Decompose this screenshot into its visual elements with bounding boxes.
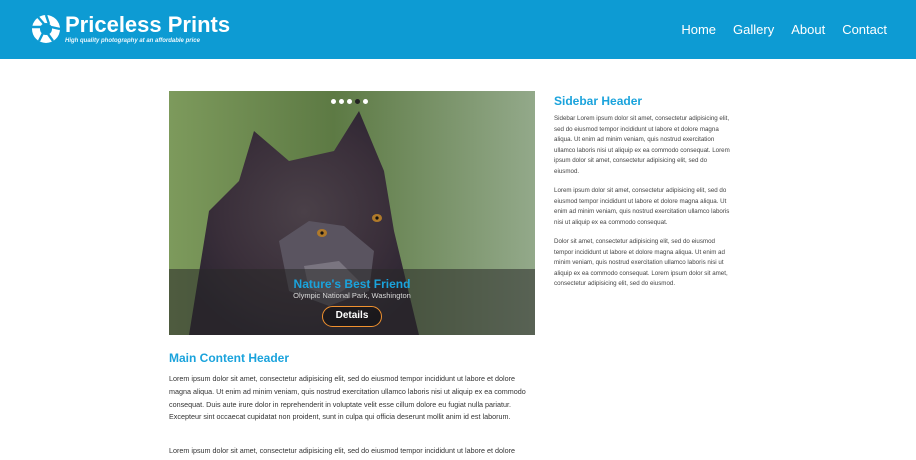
site-header: Priceless Prints High quality photograph… (0, 0, 916, 59)
details-button[interactable]: Details (322, 306, 382, 327)
nav-about[interactable]: About (791, 21, 825, 39)
slider-dot[interactable] (331, 99, 336, 104)
sidebar-paragraph: Sidebar Lorem ipsum dolor sit amet, cons… (554, 115, 730, 175)
sidebar-paragraph: Dolor sit amet, consectetur adipisicing … (554, 238, 728, 288)
slider-dot[interactable] (339, 99, 344, 104)
sidebar-header: Sidebar Header (554, 94, 643, 108)
slider-dot-active[interactable] (355, 99, 360, 104)
caption-subtitle: Olympic National Park, Washington (293, 291, 411, 300)
nav-home[interactable]: Home (681, 21, 716, 39)
slide-caption: Nature's Best Friend Olympic National Pa… (169, 269, 535, 335)
image-slider[interactable]: Nature's Best Friend Olympic National Pa… (169, 91, 535, 335)
main-nav: Home Gallery About Contact (681, 21, 887, 39)
main-paragraph: Lorem ipsum dolor sit amet, consectetur … (169, 446, 515, 455)
aperture-icon[interactable] (31, 14, 61, 44)
site-tagline: High quality photography at an affordabl… (65, 38, 200, 44)
sidebar-paragraph: Lorem ipsum dolor sit amet, consectetur … (554, 187, 730, 226)
site-title[interactable]: Priceless Prints (65, 12, 230, 38)
main-paragraph: Lorem ipsum dolor sit amet, consectetur … (169, 374, 526, 422)
nav-gallery[interactable]: Gallery (733, 21, 774, 39)
nav-contact[interactable]: Contact (842, 21, 887, 39)
slider-dot[interactable] (363, 99, 368, 104)
slider-dot[interactable] (347, 99, 352, 104)
slider-dots (331, 99, 368, 104)
caption-title: Nature's Best Friend (293, 277, 411, 291)
main-content-header: Main Content Header (169, 351, 290, 365)
